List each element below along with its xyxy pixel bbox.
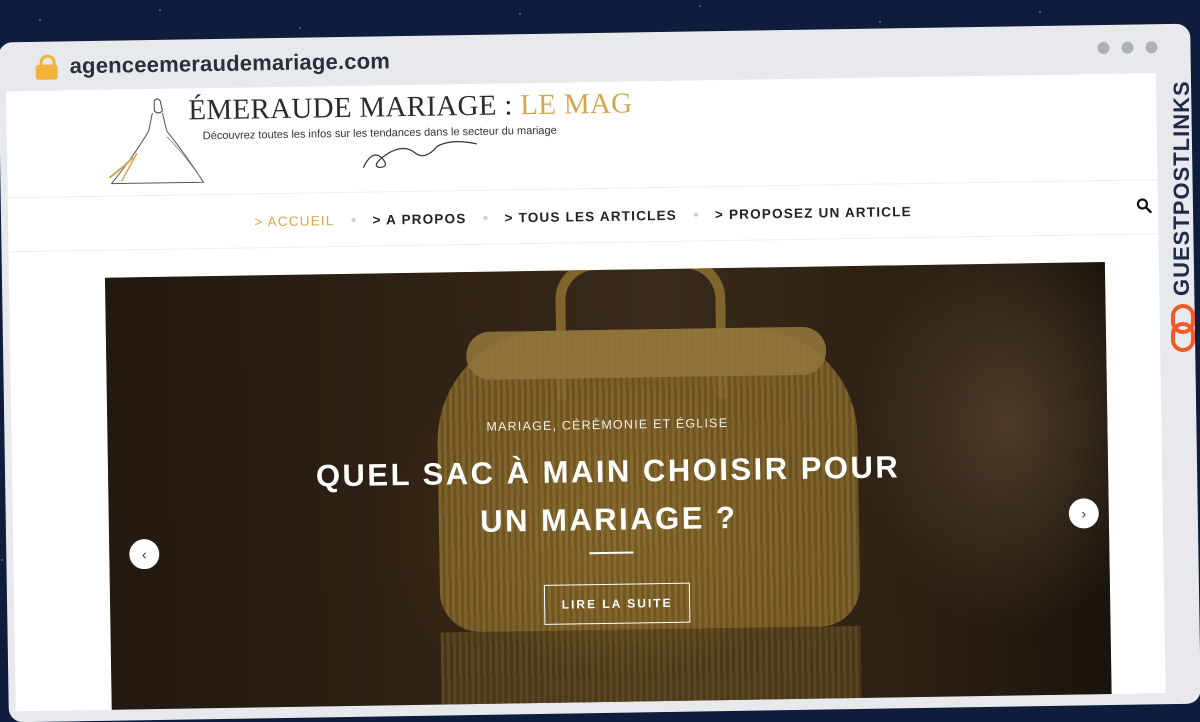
window-dot-icon[interactable] (1121, 41, 1134, 54)
hero-slider[interactable]: MARIAGE, CÉRÉMONIE ET ÉGLISE QUEL SAC À … (104, 262, 1112, 712)
site-header: ÉMERAUDE MARIAGE : LE MAG Découvrez tout… (6, 73, 1157, 191)
nav-item-tous-les-articles[interactable]: > TOUS LES ARTICLES (504, 207, 677, 225)
lock-icon (35, 54, 58, 80)
nav-separator-icon: ● (692, 208, 700, 221)
nav-separator-icon: ● (482, 212, 489, 224)
site-title[interactable]: ÉMERAUDE MARIAGE : LE MAG (188, 87, 633, 127)
window-dot-icon[interactable] (1097, 41, 1110, 55)
nav-item-proposez-un-article[interactable]: > PROPOSEZ UN ARTICLE (715, 204, 912, 222)
web-page: ÉMERAUDE MARIAGE : LE MAG Découvrez tout… (6, 73, 1166, 712)
guestpostlinks-watermark: GUESTPOSTLINKS (1169, 80, 1194, 296)
window-dot-icon[interactable] (1145, 41, 1158, 54)
window-controls (1097, 41, 1158, 55)
browser-window: agenceemeraudemariage.com ÉMERAUDE MARIA… (0, 0, 1200, 722)
nav-item-accueil[interactable]: > ACCUEIL (254, 213, 334, 229)
main-navigation: > ACCUEIL ● > A PROPOS ● > TOUS LES ARTI… (8, 181, 1159, 251)
read-more-button[interactable]: LIRE LA SUITE (543, 582, 691, 625)
nav-separator-icon: ● (350, 214, 357, 226)
nav-item-a-propos[interactable]: > A PROPOS (372, 211, 466, 227)
guestpostlinks-logo-icon (1171, 304, 1195, 352)
search-icon[interactable] (1136, 197, 1152, 214)
url-text[interactable]: agenceemeraudemariage.com (69, 48, 390, 79)
flourish-ornament-icon (362, 141, 478, 169)
site-title-main: ÉMERAUDE MARIAGE : (188, 89, 521, 127)
hero-title[interactable]: QUEL SAC À MAIN CHOISIR POUR UN MARIAGE … (288, 443, 929, 549)
site-title-accent: LE MAG (519, 87, 633, 122)
